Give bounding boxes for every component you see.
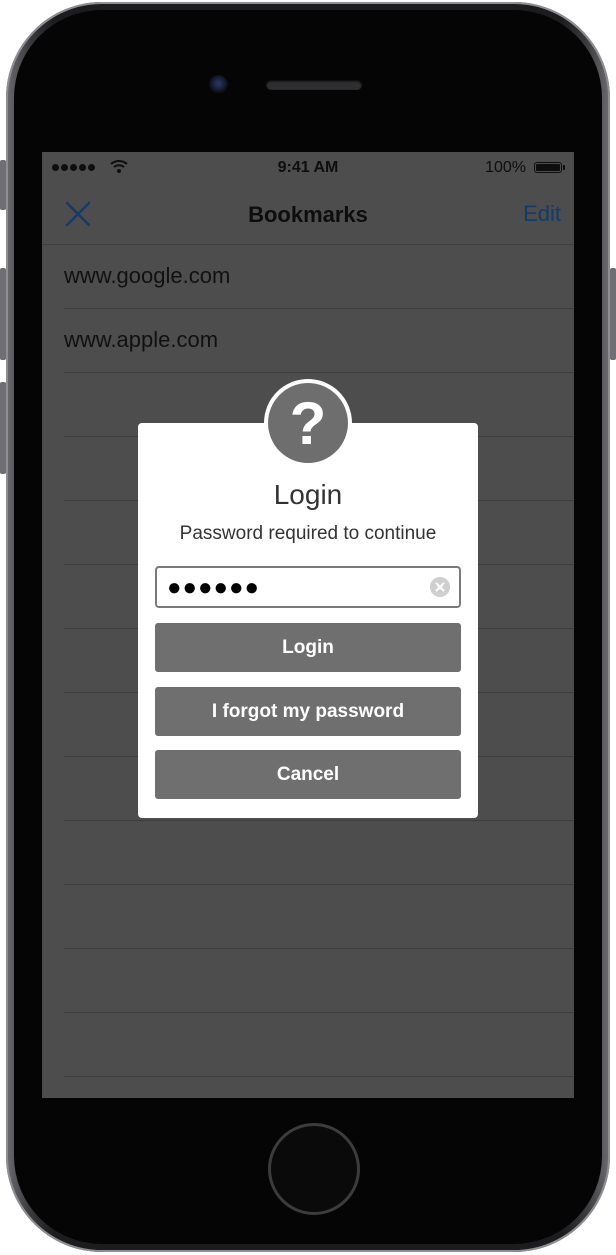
earpiece-speaker xyxy=(266,80,362,90)
login-dialog: ? Login Password required to continue ●●… xyxy=(138,379,478,818)
password-field[interactable]: ●●●●●● xyxy=(155,566,461,608)
volume-up-button xyxy=(0,268,6,360)
dialog-title: Login xyxy=(273,479,343,510)
power-button xyxy=(610,268,616,360)
cancel-button[interactable]: Cancel xyxy=(155,750,461,799)
mute-switch xyxy=(0,160,6,210)
login-button[interactable]: Login xyxy=(155,623,461,672)
screen: 9:41 AM 100% Bookmarks Edit www.google.c… xyxy=(42,152,574,1098)
volume-down-button xyxy=(0,382,6,474)
question-mark-icon: ? xyxy=(268,383,348,463)
home-button[interactable] xyxy=(268,1123,360,1215)
forgot-password-button[interactable]: I forgot my password xyxy=(155,687,461,736)
front-camera xyxy=(209,75,228,94)
dialog-badge: ? xyxy=(264,379,352,467)
dialog-message: Password required to continue xyxy=(179,523,437,544)
password-value: ●●●●●● xyxy=(167,574,260,601)
clear-circle-icon[interactable] xyxy=(430,577,450,597)
